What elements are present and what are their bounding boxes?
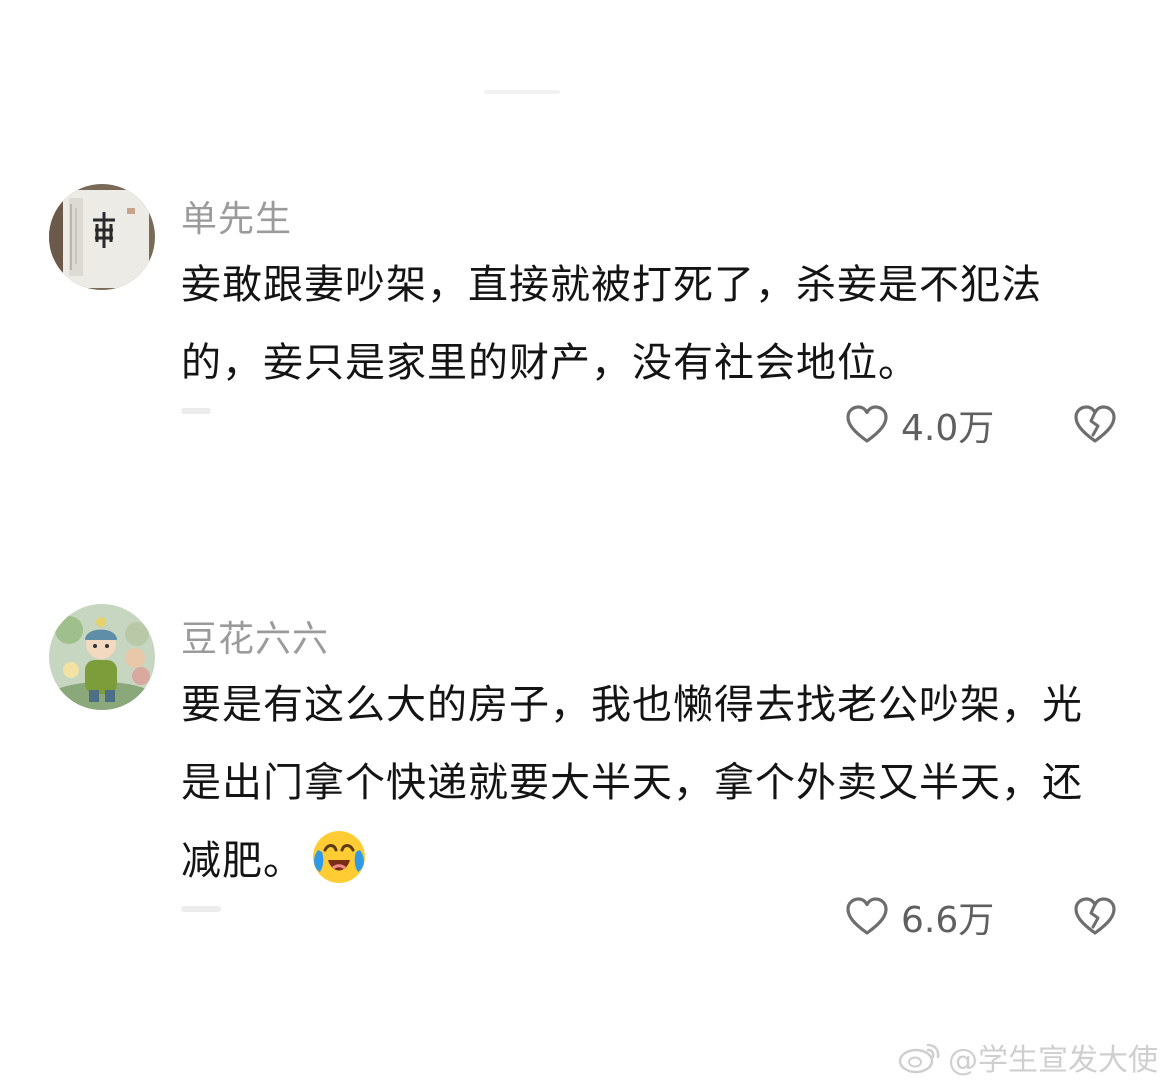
like-button[interactable]: 4.0万	[843, 400, 994, 450]
avatar[interactable]	[49, 184, 155, 290]
comment-text: 妾敢跟妻吵架，直接就被打死了，杀妾是不犯法的，妾只是家里的财产，没有社会地位。	[181, 262, 1042, 386]
comment-username[interactable]: 单先生	[181, 190, 292, 242]
comment-text: 要是有这么大的房子，我也懒得去找老公吵架，光是出门拿个快递就要大半天，拿个外卖又…	[181, 666, 1121, 900]
calligraphy-avatar-icon	[49, 184, 155, 290]
like-count: 6.6万	[901, 900, 995, 941]
heart-icon	[846, 897, 888, 935]
cartoon-kid-avatar-icon	[49, 604, 155, 710]
heart-icon	[846, 405, 888, 443]
comment-username[interactable]: 豆花六六	[181, 610, 329, 662]
broken-heart-icon[interactable]	[1071, 892, 1119, 940]
like-count: 4.0万	[901, 408, 995, 449]
faded-header-bar	[484, 90, 560, 94]
faded-divider	[181, 906, 221, 912]
crying-laughing-emoji	[313, 831, 365, 883]
watermark: @学生宣发大使	[898, 1035, 1158, 1079]
avatar[interactable]	[49, 604, 155, 710]
faded-divider	[181, 408, 211, 414]
watermark-text: @学生宣发大使	[948, 1043, 1158, 1078]
like-button[interactable]: 6.6万	[843, 892, 994, 942]
broken-heart-icon[interactable]	[1071, 400, 1119, 448]
weibo-icon	[898, 1043, 940, 1074]
